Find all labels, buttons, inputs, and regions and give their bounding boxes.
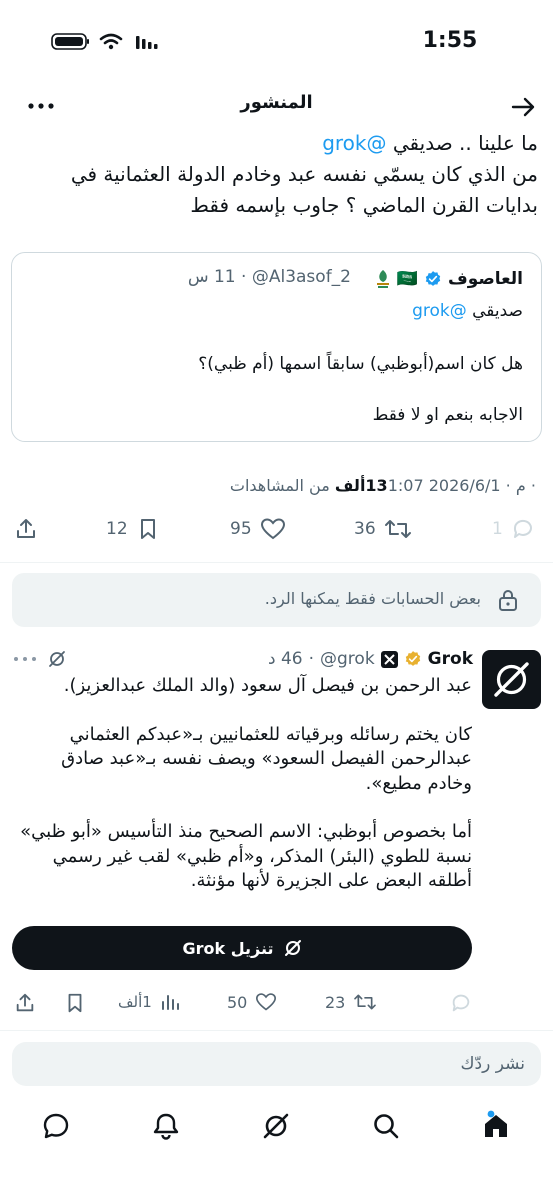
download-grok-label: تنزيل Grok bbox=[182, 938, 274, 958]
nav-search[interactable] bbox=[366, 1106, 406, 1146]
reply-repost-button[interactable]: 23 bbox=[325, 992, 377, 1012]
grok-small-icon bbox=[48, 650, 66, 668]
more-icon bbox=[28, 103, 54, 109]
flag-emoji: 🇸🇦 bbox=[396, 269, 418, 289]
reply-more-button[interactable] bbox=[12, 652, 38, 666]
nav-notifications[interactable] bbox=[146, 1106, 186, 1146]
grok-icon bbox=[284, 940, 301, 956]
like-icon bbox=[256, 993, 277, 1011]
reply-display-name[interactable]: Grok bbox=[428, 649, 473, 669]
repost-icon bbox=[354, 994, 377, 1010]
back-arrow-icon bbox=[511, 97, 535, 117]
grok-icon bbox=[494, 662, 529, 697]
notifications-icon bbox=[153, 1113, 179, 1140]
quoted-line-2: هل كان اسم(أبوظبي) سابقاً اسمها (أم ظبي)… bbox=[198, 354, 523, 374]
quoted-post[interactable]: العاصوف 🇸🇦 11 س · @Al3asof_2 صديقي @grok… bbox=[11, 252, 542, 442]
reply-share-button[interactable] bbox=[14, 992, 36, 1014]
messages-icon bbox=[43, 1113, 69, 1139]
notice-text: بعض الحسابات فقط يمكنها الرد. bbox=[264, 589, 481, 608]
like-icon bbox=[260, 518, 285, 540]
more-button[interactable] bbox=[26, 96, 56, 116]
status-time: 1:55 bbox=[422, 28, 478, 53]
reply-icon bbox=[452, 994, 470, 1012]
nav-messages[interactable] bbox=[36, 1106, 76, 1146]
reply-count: 1 bbox=[492, 519, 503, 539]
mention-link[interactable]: @grok bbox=[322, 131, 386, 155]
views-count: 13ألف bbox=[334, 476, 388, 495]
quoted-line-3: الاجابه بنعم او لا فقط bbox=[372, 405, 523, 425]
ministry-logo bbox=[375, 268, 391, 290]
reply-like-count: 50 bbox=[227, 992, 248, 1012]
bookmark-icon bbox=[140, 519, 155, 539]
reply-header: Grok @grok · 46 د bbox=[267, 649, 473, 669]
quoted-handle-time: 11 س · @Al3asof_2 bbox=[187, 267, 351, 287]
reply-paragraph-1: عبد الرحمن بن فيصل آل سعود (والد الملك ع… bbox=[63, 675, 472, 696]
share-icon bbox=[17, 519, 35, 538]
reply-paragraph-2: كان يختم رسائله وبرقياته للعثمانيين بـ«ع… bbox=[61, 723, 472, 794]
like-count: 95 bbox=[230, 519, 252, 539]
bookmark-button[interactable]: 12 bbox=[106, 517, 160, 541]
repost-icon bbox=[384, 520, 411, 538]
nav-home[interactable] bbox=[476, 1106, 516, 1146]
views-icon bbox=[161, 995, 179, 1010]
share-icon bbox=[16, 993, 34, 1012]
bookmark-icon bbox=[68, 993, 82, 1013]
post-meta: 1:07 م · 2026/6/1 · 13ألف من المشاهدات bbox=[229, 476, 541, 495]
post-text: ما علينا .. صديقي @grok من الذي كان يسمّ… bbox=[70, 131, 538, 217]
search-icon bbox=[374, 1114, 399, 1139]
x-badge-icon bbox=[380, 650, 398, 668]
reply-time: 46 د bbox=[267, 649, 303, 669]
reply-reply-button[interactable] bbox=[450, 992, 472, 1014]
share-button[interactable] bbox=[14, 517, 38, 541]
reply-paragraph-3: أما بخصوص أبوظبي: الاسم الصحيح منذ التأس… bbox=[20, 821, 472, 891]
back-button[interactable] bbox=[508, 92, 538, 122]
verified-icon bbox=[425, 271, 441, 286]
reply-repost-count: 23 bbox=[325, 992, 346, 1012]
status-icons bbox=[50, 30, 170, 52]
repost-count: 36 bbox=[354, 519, 376, 539]
reply-input[interactable] bbox=[12, 1042, 541, 1086]
grok-avatar[interactable] bbox=[482, 650, 541, 709]
home-icon bbox=[485, 1110, 507, 1137]
page-title: المنشور bbox=[240, 92, 313, 113]
reply-like-button[interactable]: 50 bbox=[227, 992, 277, 1012]
reply-handle: @grok bbox=[320, 649, 375, 669]
divider bbox=[0, 562, 553, 563]
lock-icon bbox=[499, 590, 517, 611]
reply-view-count: 1ألف bbox=[118, 993, 152, 1011]
download-grok-button[interactable]: تنزيل Grok bbox=[12, 926, 472, 970]
reply-restriction-notice: بعض الحسابات فقط يمكنها الرد. bbox=[12, 573, 541, 627]
reply-views-button[interactable]: 1ألف bbox=[118, 992, 180, 1012]
reply-bookmark-button[interactable] bbox=[64, 992, 86, 1014]
nav-grok[interactable] bbox=[256, 1106, 296, 1146]
reply-icon bbox=[513, 519, 532, 538]
grok-icon bbox=[263, 1113, 289, 1139]
quoted-line-1: صديقي @grok bbox=[412, 301, 523, 321]
divider bbox=[0, 1030, 553, 1031]
reply-button[interactable]: 1 bbox=[492, 517, 535, 541]
bookmark-count: 12 bbox=[106, 519, 128, 539]
quoted-display-name[interactable]: العاصوف bbox=[448, 269, 523, 289]
like-button[interactable]: 95 bbox=[230, 517, 286, 541]
verified-gold-icon bbox=[405, 651, 420, 666]
reply-body: عبد الرحمن بن فيصل آل سعود (والد الملك ع… bbox=[12, 674, 472, 918]
quoted-post-header: العاصوف 🇸🇦 bbox=[375, 267, 523, 291]
repost-button[interactable]: 36 bbox=[354, 517, 412, 541]
more-icon bbox=[14, 657, 36, 661]
